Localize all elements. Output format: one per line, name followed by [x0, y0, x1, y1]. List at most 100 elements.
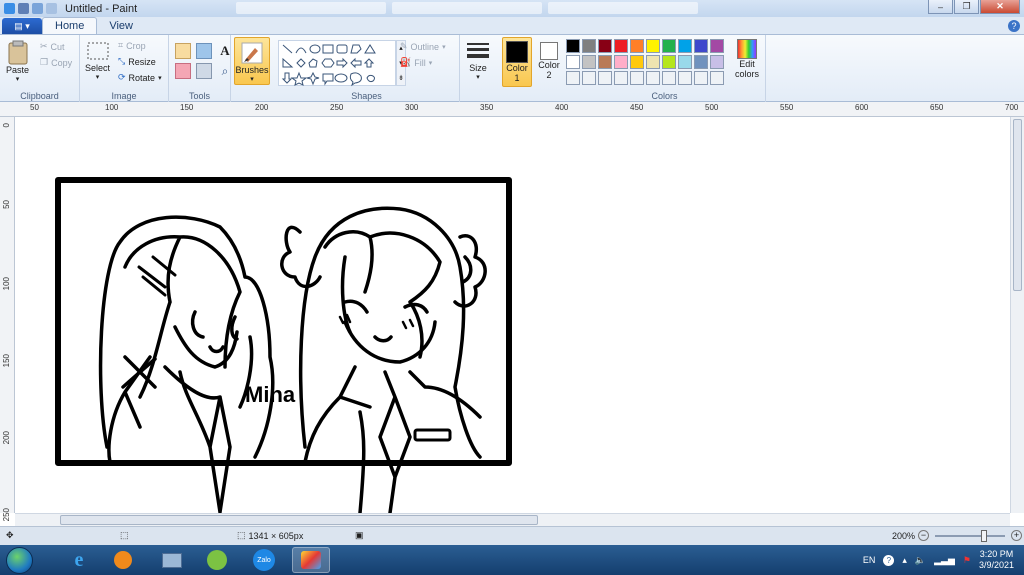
cut-button[interactable]: ✂ Cut — [40, 41, 65, 52]
zalo-icon[interactable]: Zalo — [245, 547, 283, 573]
zoom-slider-thumb[interactable] — [981, 529, 988, 542]
canvas-area[interactable]: Mina — [15, 117, 1010, 513]
palette-color-swatch[interactable] — [694, 71, 708, 85]
palette-color-swatch[interactable] — [694, 39, 708, 53]
internet-explorer-icon[interactable]: e — [60, 547, 98, 573]
color-picker-icon[interactable] — [196, 63, 212, 79]
maximize-button[interactable]: ❐ — [954, 0, 979, 14]
drawing-canvas[interactable]: Mina — [15, 117, 1010, 513]
action-center-icon[interactable]: ⚑ — [963, 555, 971, 566]
zoom-in-button[interactable]: + — [1011, 530, 1023, 541]
network-signal-icon[interactable]: ▂▃▅ — [934, 555, 955, 566]
fill-button[interactable]: ⛽ Fill ▾ — [400, 57, 432, 68]
paint-menu-button[interactable]: ▤ ▾ — [2, 18, 42, 34]
horizontal-scroll-thumb[interactable] — [60, 515, 538, 525]
system-clock[interactable]: 3:20 PM 3/9/2021 — [979, 549, 1014, 571]
palette-color-swatch[interactable] — [710, 39, 724, 53]
file-manager-icon[interactable] — [153, 547, 191, 573]
palette-color-swatch[interactable] — [598, 55, 612, 69]
palette-color-swatch[interactable] — [582, 71, 596, 85]
refresh-app-icon[interactable] — [198, 547, 236, 573]
start-button[interactable] — [6, 547, 33, 574]
palette-color-swatch[interactable] — [566, 71, 580, 85]
redo-icon[interactable] — [46, 3, 57, 14]
ruler-h-label: 450 — [630, 103, 644, 112]
ruler-v-label: 50 — [2, 200, 11, 209]
palette-color-swatch[interactable] — [662, 71, 676, 85]
palette-color-swatch[interactable] — [630, 39, 644, 53]
selection-size-icon: ⬚ — [120, 530, 129, 540]
palette-color-swatch[interactable] — [566, 55, 580, 69]
drawing-artwork: Mina — [55, 177, 512, 513]
palette-color-swatch[interactable] — [646, 55, 660, 69]
color2-swatch — [540, 42, 558, 60]
paste-button[interactable]: Paste ▾ — [6, 39, 29, 83]
language-indicator[interactable]: EN — [863, 555, 876, 565]
palette-color-swatch[interactable] — [694, 55, 708, 69]
zoom-out-button[interactable]: − — [918, 530, 930, 541]
copy-button[interactable]: ❐ Copy — [40, 57, 72, 68]
palette-color-swatch[interactable] — [646, 39, 660, 53]
background-tab[interactable] — [392, 2, 542, 14]
vertical-scroll-thumb[interactable] — [1013, 119, 1022, 291]
brushes-button[interactable]: Brushes ▾ — [234, 37, 270, 85]
palette-color-swatch[interactable] — [678, 39, 692, 53]
help-tray-icon[interactable]: ? — [883, 554, 895, 566]
background-tab[interactable] — [236, 2, 386, 14]
undo-icon[interactable] — [32, 3, 43, 14]
edit-colors-button[interactable]: Edit colors — [730, 39, 764, 79]
minimize-button[interactable]: – — [928, 0, 953, 14]
palette-color-swatch[interactable] — [582, 55, 596, 69]
tab-home[interactable]: Home — [42, 17, 98, 34]
close-button[interactable]: ✕ — [980, 0, 1020, 14]
rotate-button[interactable]: ⟳ Rotate ▾ — [118, 72, 162, 83]
color2-button[interactable]: Color 2 — [535, 40, 563, 80]
vertical-scrollbar[interactable] — [1010, 117, 1024, 513]
palette-color-swatch[interactable] — [598, 39, 612, 53]
volume-icon[interactable]: 🔈 — [915, 555, 926, 566]
palette-color-swatch[interactable] — [566, 39, 580, 53]
background-tab[interactable] — [548, 2, 698, 14]
palette-color-swatch[interactable] — [662, 55, 676, 69]
image-group-label: Image — [111, 91, 137, 101]
zalo-label: Zalo — [253, 549, 275, 571]
palette-color-swatch[interactable] — [662, 39, 676, 53]
pencil-icon[interactable] — [175, 43, 191, 59]
palette-color-swatch[interactable] — [646, 71, 660, 85]
palette-color-swatch[interactable] — [710, 71, 724, 85]
paint-taskbar-icon[interactable] — [292, 547, 330, 573]
magnifier-icon[interactable]: ⌕ — [217, 63, 233, 79]
horizontal-scrollbar[interactable] — [15, 513, 1010, 526]
palette-color-swatch[interactable] — [614, 39, 628, 53]
media-player-icon[interactable] — [104, 547, 142, 573]
color2-label: Color — [538, 60, 560, 70]
fill-bucket-icon[interactable] — [196, 43, 212, 59]
tab-view[interactable]: View — [97, 17, 145, 34]
ruler-h-label: 400 — [555, 103, 569, 112]
text-tool-icon[interactable]: A — [217, 43, 233, 59]
eraser-icon[interactable] — [175, 63, 191, 79]
palette-color-swatch[interactable] — [630, 55, 644, 69]
zoom-slider[interactable] — [935, 529, 1006, 542]
outline-button[interactable]: ✎ Outline ▾ — [400, 41, 446, 52]
palette-color-swatch[interactable] — [678, 71, 692, 85]
paint-app-icon[interactable] — [4, 3, 15, 14]
palette-color-swatch[interactable] — [630, 71, 644, 85]
save-icon[interactable] — [18, 3, 29, 14]
palette-color-swatch[interactable] — [598, 71, 612, 85]
shapes-gallery[interactable] — [278, 40, 396, 87]
palette-color-swatch[interactable] — [582, 39, 596, 53]
size-button[interactable]: Size ▾ — [464, 41, 492, 81]
resize-button[interactable]: ⤡ Resize — [118, 56, 156, 67]
help-icon[interactable]: ? — [1008, 20, 1020, 32]
color1-button[interactable]: Color 1 — [502, 37, 532, 87]
palette-color-swatch[interactable] — [710, 55, 724, 69]
palette-color-swatch[interactable] — [614, 55, 628, 69]
palette-color-swatch[interactable] — [678, 55, 692, 69]
palette-color-swatch[interactable] — [614, 71, 628, 85]
ribbon-tab-row: ▤ ▾ Home View ? — [0, 17, 1024, 35]
crop-button[interactable]: ⌗ Crop — [118, 40, 146, 51]
show-hidden-icons-button[interactable]: ▴ — [902, 555, 907, 566]
size-label: Size — [469, 63, 487, 73]
select-button[interactable]: Select ▾ — [85, 39, 110, 81]
